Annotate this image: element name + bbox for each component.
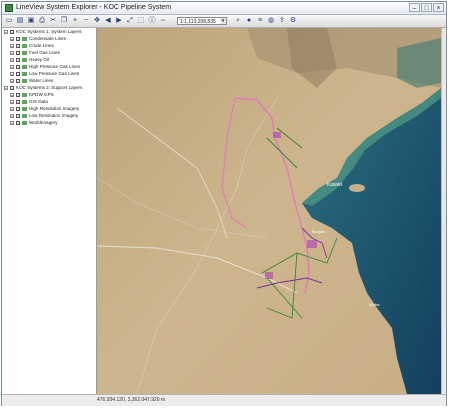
layer-checkbox[interactable]: ✓ (16, 100, 20, 105)
place-label: Kuwait (327, 182, 343, 188)
tree-item-label: WorldImagery (29, 120, 58, 125)
scale-value: 1:1,113,208,835 (180, 19, 216, 25)
tree-item-label: Low Resolution Imagery (29, 113, 79, 118)
copy-icon[interactable]: ❐ (60, 17, 68, 25)
settings-icon[interactable]: ⚙ (289, 17, 297, 25)
globe-icon[interactable]: ◍ (267, 17, 275, 25)
expand-icon[interactable]: + (10, 121, 14, 126)
minimize-button[interactable]: – (409, 3, 420, 12)
layer-checkbox[interactable]: ✓ (16, 65, 20, 70)
tree-item-label: Water Lines (29, 78, 54, 83)
tree-item-label: GIS Data (29, 99, 48, 104)
tree-group-label: KOC Systems 1: System Layers (16, 29, 82, 34)
layer-checkbox[interactable]: ✓ (10, 30, 14, 35)
save-icon[interactable]: ▣ (27, 17, 35, 25)
map-canvas[interactable]: Kuwait Wafra Burgan (97, 28, 441, 394)
pan-icon[interactable]: ✥ (93, 17, 101, 25)
back-icon[interactable]: ◀ (104, 17, 112, 25)
expand-icon[interactable]: + (10, 65, 14, 70)
layer-checkbox[interactable]: ✓ (16, 79, 20, 84)
tree-item-label: Low Pressure Gas Lines (29, 71, 80, 76)
layer-icon (22, 37, 27, 41)
place-label: Wafra (369, 302, 380, 307)
forward-icon[interactable]: ▶ (115, 17, 123, 25)
expand-icon[interactable]: + (10, 114, 14, 119)
layer-icon (22, 44, 27, 48)
layer-icon (22, 72, 27, 76)
layer-icon (22, 114, 27, 118)
open-icon[interactable]: ▤ (16, 17, 24, 25)
title-bar: LineView System Explorer - KOC Pipeline … (2, 2, 446, 15)
layer-checkbox[interactable]: ✓ (16, 114, 20, 119)
layer-checkbox[interactable]: ✓ (16, 37, 20, 42)
expand-icon[interactable]: + (10, 107, 14, 112)
layer-icon (22, 107, 27, 111)
app-icon (5, 4, 13, 12)
tree-item-label: High Resolution Imagery (29, 106, 80, 111)
layer-icon (22, 79, 27, 83)
app-window: LineView System Explorer - KOC Pipeline … (1, 1, 447, 406)
layer-icon (22, 58, 27, 62)
expand-icon[interactable]: + (10, 44, 14, 49)
tree-item-label: Condensate Lines (29, 36, 67, 41)
new-icon[interactable]: ▭ (5, 17, 13, 25)
layer-checkbox[interactable]: ✓ (10, 86, 14, 91)
tree-item-label: Heavy Oil (29, 57, 49, 62)
expand-icon[interactable]: + (10, 100, 14, 105)
tree-item-label: High Pressure Gas Lines (29, 64, 81, 69)
info-icon[interactable]: ● (245, 17, 253, 25)
layer-icon (22, 100, 27, 104)
measure-icon[interactable]: ⇔ (159, 17, 167, 25)
full-extent-icon[interactable]: ⤢ (126, 17, 134, 25)
coordinate-readout: 476,934.120, 3,362,047.920 m (97, 397, 166, 403)
expand-icon[interactable]: + (10, 93, 14, 98)
layer-checkbox[interactable]: ✓ (16, 51, 20, 56)
facility-marker[interactable] (307, 240, 317, 248)
layer-icon (22, 121, 27, 125)
layer-checkbox[interactable]: ✓ (16, 44, 20, 49)
zoom-in-icon[interactable]: + (71, 17, 79, 25)
layer-checkbox[interactable]: ✓ (16, 93, 20, 98)
zoom-out-icon[interactable]: − (82, 17, 90, 25)
maximize-button[interactable]: □ (421, 3, 432, 12)
toolbar: ▭ ▤ ▣ ⎙ ✂ ❐ + − ✥ ◀ ▶ ⤢ ⬚ ⓘ ⇔ 1:1,113,208,835 ▾ ⌕ ● ≡ ◍ ⇪ ⚙ (2, 15, 446, 28)
layer-checkbox[interactable]: ✓ (16, 58, 20, 63)
find-icon[interactable]: ⌕ (234, 17, 242, 25)
facility-marker[interactable] (265, 272, 273, 279)
layers-icon[interactable]: ≡ (256, 17, 264, 25)
chevron-down-icon[interactable]: ▾ (220, 18, 226, 24)
layer-icon (22, 93, 27, 97)
expand-icon[interactable]: + (10, 72, 14, 77)
window-title: LineView System Explorer - KOC Pipeline … (16, 4, 172, 11)
expand-icon[interactable]: + (10, 58, 14, 63)
layer-tree: − ✓ KOC Systems 1: System Layers + ✓ Condensa… (2, 28, 97, 394)
facility-marker[interactable] (273, 132, 281, 138)
export-icon[interactable]: ⇪ (278, 17, 286, 25)
select-icon[interactable]: ⬚ (137, 17, 145, 25)
tree-group-label: KOC Systems 2: Support Layers (16, 85, 83, 90)
print-icon[interactable]: ⎙ (38, 17, 46, 25)
map-scrollbar[interactable] (441, 28, 446, 394)
tree-item-label: KPDW GPS (29, 92, 54, 97)
expand-icon[interactable]: + (10, 79, 14, 84)
tree-item-label: Fuel Gas Lines (29, 50, 60, 55)
close-button[interactable]: × (433, 3, 444, 12)
identify-icon[interactable]: ⓘ (148, 17, 156, 25)
status-bar: 476,934.120, 3,362,047.920 m (2, 394, 446, 406)
place-label: Burgan (312, 229, 325, 234)
layer-checkbox[interactable]: ✓ (16, 72, 20, 77)
layer-checkbox[interactable]: ✓ (16, 107, 20, 112)
tree-item-label: Crude Lines (29, 43, 54, 48)
collapse-icon[interactable]: − (4, 86, 8, 91)
layer-icon (22, 65, 27, 69)
layer-checkbox[interactable]: ✓ (16, 121, 20, 126)
island (349, 184, 365, 192)
expand-icon[interactable]: + (10, 51, 14, 56)
scale-dropdown[interactable]: 1:1,113,208,835 ▾ (177, 17, 227, 25)
collapse-icon[interactable]: − (4, 30, 8, 35)
map-view[interactable]: Kuwait Wafra Burgan (97, 28, 441, 394)
expand-icon[interactable]: + (10, 37, 14, 42)
layer-icon (22, 51, 27, 55)
cut-icon[interactable]: ✂ (49, 17, 57, 25)
